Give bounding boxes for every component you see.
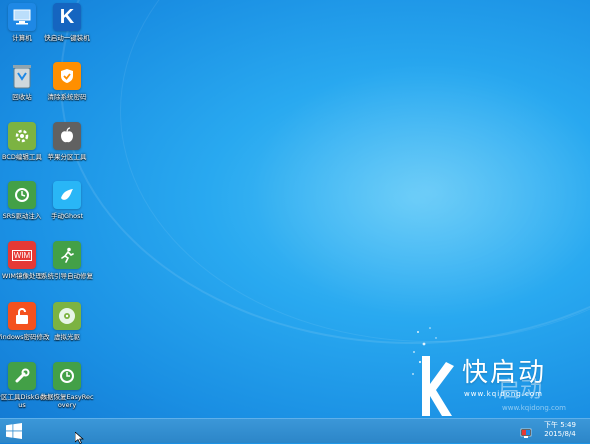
network-tray-icon[interactable] [520,424,532,438]
kqd-k-logo-icon [412,327,454,416]
ghost-bird-icon [53,181,81,209]
disc-icon [53,302,81,330]
taskbar-clock[interactable]: 下午 5:49 2015/8/4 [537,421,583,439]
clock-arrow-icon [8,181,36,209]
shield-icon [53,62,81,90]
start-button[interactable] [4,422,24,440]
desktop-icon-boot-repair[interactable]: 系统引导自动修复 [39,241,95,299]
windows-logo-icon [6,423,22,439]
clock-time: 下午 5:49 [544,421,576,429]
icon-label: 虚拟光驱 [54,333,80,341]
wallpaper-ray [120,0,590,342]
running-man-icon [53,241,81,269]
wim-icon: WIM [8,241,36,269]
icon-label: 快启动一键装机 [44,34,90,42]
wallpaper-ray [60,0,590,344]
recovery-icon [53,362,81,390]
desktop-icon-clear-password[interactable]: 清除系统密码 [39,62,95,120]
recycle-bin-icon [8,62,36,90]
wrench-icon [8,362,36,390]
unlock-icon [8,302,36,330]
desktop: 计算机 回收站 BCD编辑工具 SRS驱动注入 WIM WIM镜像处理 Wind… [0,0,590,418]
apple-icon [53,122,81,150]
desktop-icon-apple-partition[interactable]: 苹果分区工具 [39,122,95,180]
desktop-icon-virtual-drive[interactable]: 虚拟光驱 [39,302,95,360]
brand-url: www.kqidong.com [464,390,543,398]
icon-label: 系统引导自动修复 [41,272,93,280]
icon-label: 苹果分区工具 [47,153,87,161]
brand-ghost-url: www.kqidong.com [502,404,566,412]
desktop-icon-manual-ghost[interactable]: 手动Ghost [39,181,95,239]
brand-name: 快启动 [462,358,547,388]
wallpaper-glow [250,60,590,320]
taskbar: 下午 5:49 2015/8/4 [0,418,590,443]
icon-label: 手动Ghost [50,212,84,220]
kqd-logo-icon: K [53,3,81,31]
desktop-icon-easyrecovery[interactable]: 数据恢复EasyRecovery [39,362,95,418]
kqd-brand-watermark: 启动 快启动 www.kqidong.com www.kqidong.com [410,322,590,418]
mouse-cursor-icon [75,432,84,444]
computer-icon [8,3,36,31]
desktop-icon-kqd-install[interactable]: K 快启动一键装机 [39,3,95,61]
icon-label: 数据恢复EasyRecovery [40,393,94,409]
gear-icon [8,122,36,150]
icon-label: 清除系统密码 [47,93,87,101]
clock-date: 2015/8/4 [544,430,576,438]
